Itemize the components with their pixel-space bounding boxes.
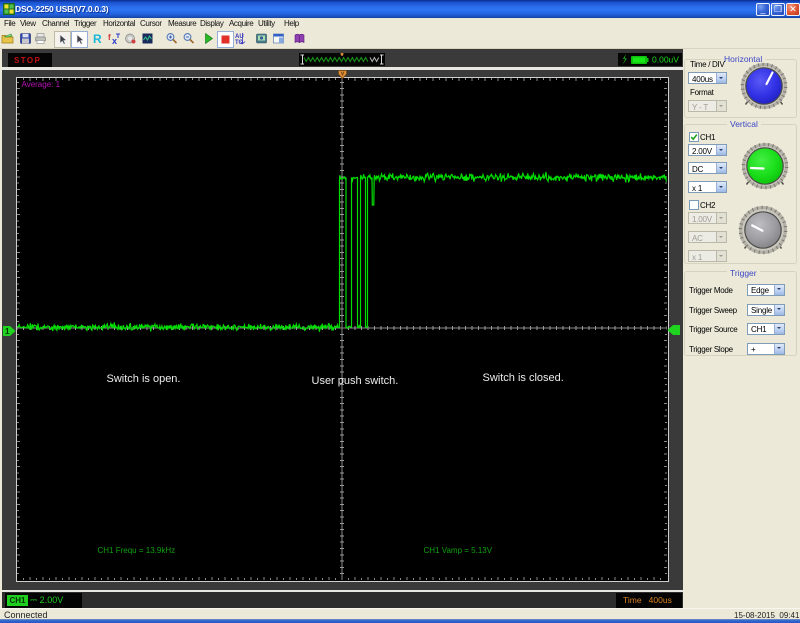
svg-text:1: 1 bbox=[5, 327, 10, 336]
svg-text:R: R bbox=[93, 32, 102, 45]
svg-text:0.00uV: 0.00uV bbox=[652, 54, 679, 64]
svg-text:x: x bbox=[112, 36, 117, 45]
svg-text:f: f bbox=[108, 33, 111, 42]
